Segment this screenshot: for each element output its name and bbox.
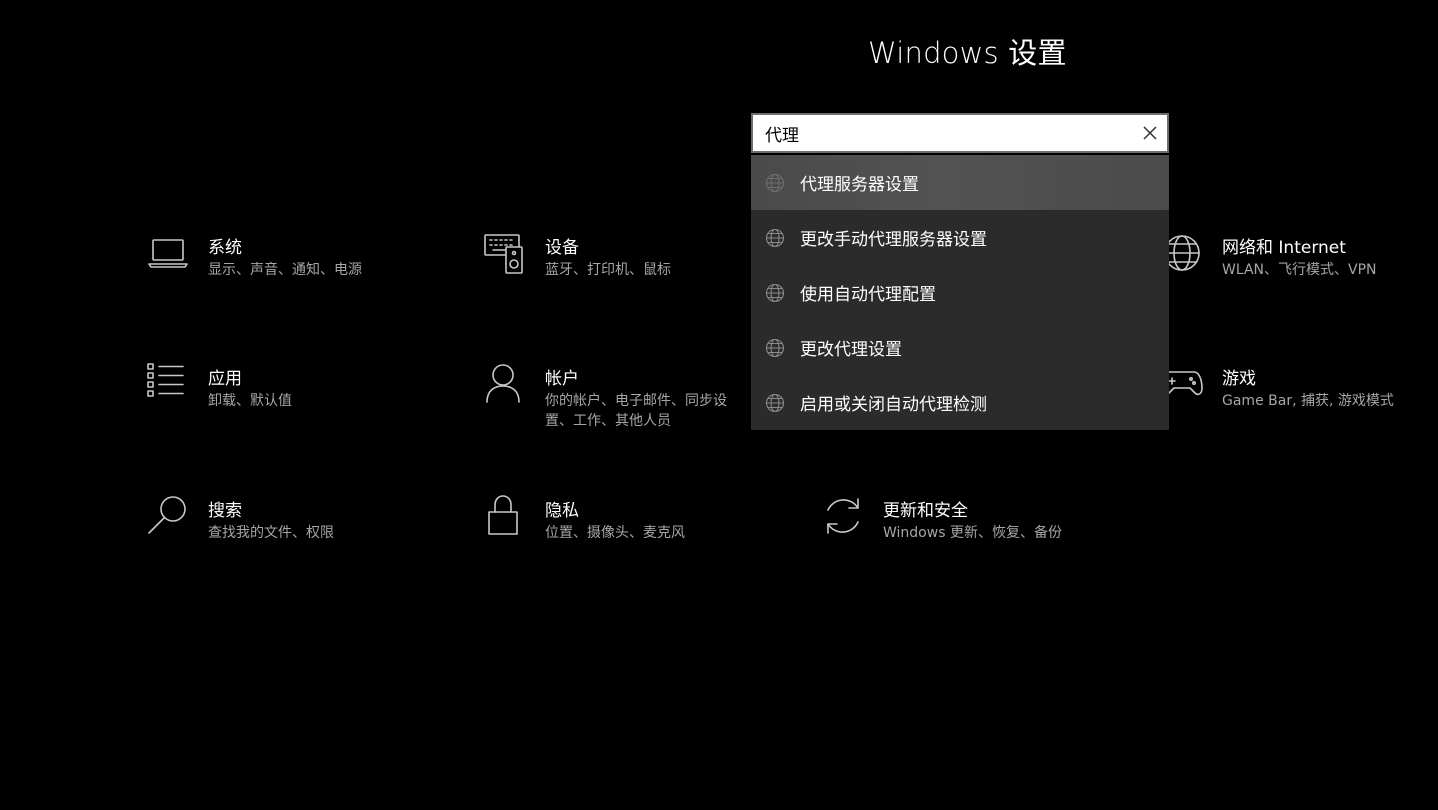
globe-icon [765,173,785,193]
category-system[interactable]: 系统 显示、声音、通知、电源 [146,237,362,280]
globe-icon [765,283,785,303]
laptop-icon [146,231,190,275]
category-network[interactable]: 网络和 Internet WLAN、飞行模式、VPN [1160,235,1377,280]
magnifier-icon [146,494,190,538]
category-name: 网络和 Internet [1222,238,1346,258]
page-title: Windows 设置 [868,36,1067,70]
category-desc: Game Bar, 捕获, 游戏模式 [1222,393,1394,409]
search-box[interactable] [751,113,1169,153]
category-privacy[interactable]: 隐私 位置、摄像头、麦克风 [483,495,685,543]
search-input[interactable] [765,115,1125,151]
category-desc: 查找我的文件、权限 [208,525,334,541]
category-update[interactable]: 更新和安全 Windows 更新、恢复、备份 [821,498,1062,543]
category-desc: WLAN、飞行模式、VPN [1222,262,1377,278]
category-name: 游戏 [1222,369,1256,389]
close-icon[interactable] [1141,124,1159,142]
settings-page: Windows 设置 系统 显示、声音、通知、电源 设备 蓝牙、打印机、鼠标 网… [0,0,1438,810]
category-name: 设备 [545,238,579,258]
suggestion-label: 使用自动代理配置 [800,285,936,305]
category-accounts[interactable]: 帐户 你的帐户、电子邮件、同步设置、工作、其他人员 [483,364,745,431]
category-name: 更新和安全 [883,501,968,521]
suggestion-item[interactable]: 启用或关闭自动代理检测 [751,375,1169,430]
category-name: 系统 [208,238,242,258]
category-name: 帐户 [545,369,579,389]
suggestion-item[interactable]: 更改手动代理服务器设置 [751,210,1169,265]
category-desc: 蓝牙、打印机、鼠标 [545,262,671,278]
suggestion-item[interactable]: 代理服务器设置 [751,155,1169,210]
category-desc: Windows 更新、恢复、备份 [883,525,1062,541]
category-apps[interactable]: 应用 卸载、默认值 [146,363,292,411]
suggestion-label: 更改代理设置 [800,340,902,360]
globe-icon [765,228,785,248]
category-desc: 卸载、默认值 [208,393,292,409]
category-name: 应用 [208,369,242,389]
suggestion-label: 代理服务器设置 [800,175,919,195]
globe-icon [765,393,785,413]
person-icon [483,362,527,406]
category-gaming[interactable]: 游戏 Game Bar, 捕获, 游戏模式 [1160,368,1394,411]
list-icon [146,362,190,406]
sync-icon [821,494,865,538]
suggestion-label: 更改手动代理服务器设置 [800,230,987,250]
category-desc: 显示、声音、通知、电源 [208,262,362,278]
category-devices[interactable]: 设备 蓝牙、打印机、鼠标 [483,234,671,280]
category-search[interactable]: 搜索 查找我的文件、权限 [146,496,334,543]
suggestion-label: 启用或关闭自动代理检测 [800,395,987,415]
lock-icon [483,494,527,538]
category-desc: 你的帐户、电子邮件、同步设置、工作、其他人员 [545,393,727,429]
search-suggestions: 代理服务器设置 更改手动代理服务器设置 使用自动代理配置 更改代理设置 启用或关… [751,155,1169,430]
globe-icon [765,338,785,358]
keyboard-speaker-icon [483,231,527,275]
suggestion-item[interactable]: 更改代理设置 [751,320,1169,375]
category-desc: 位置、摄像头、麦克风 [545,525,685,541]
category-name: 隐私 [545,501,579,521]
category-name: 搜索 [208,501,242,521]
suggestion-item[interactable]: 使用自动代理配置 [751,265,1169,320]
